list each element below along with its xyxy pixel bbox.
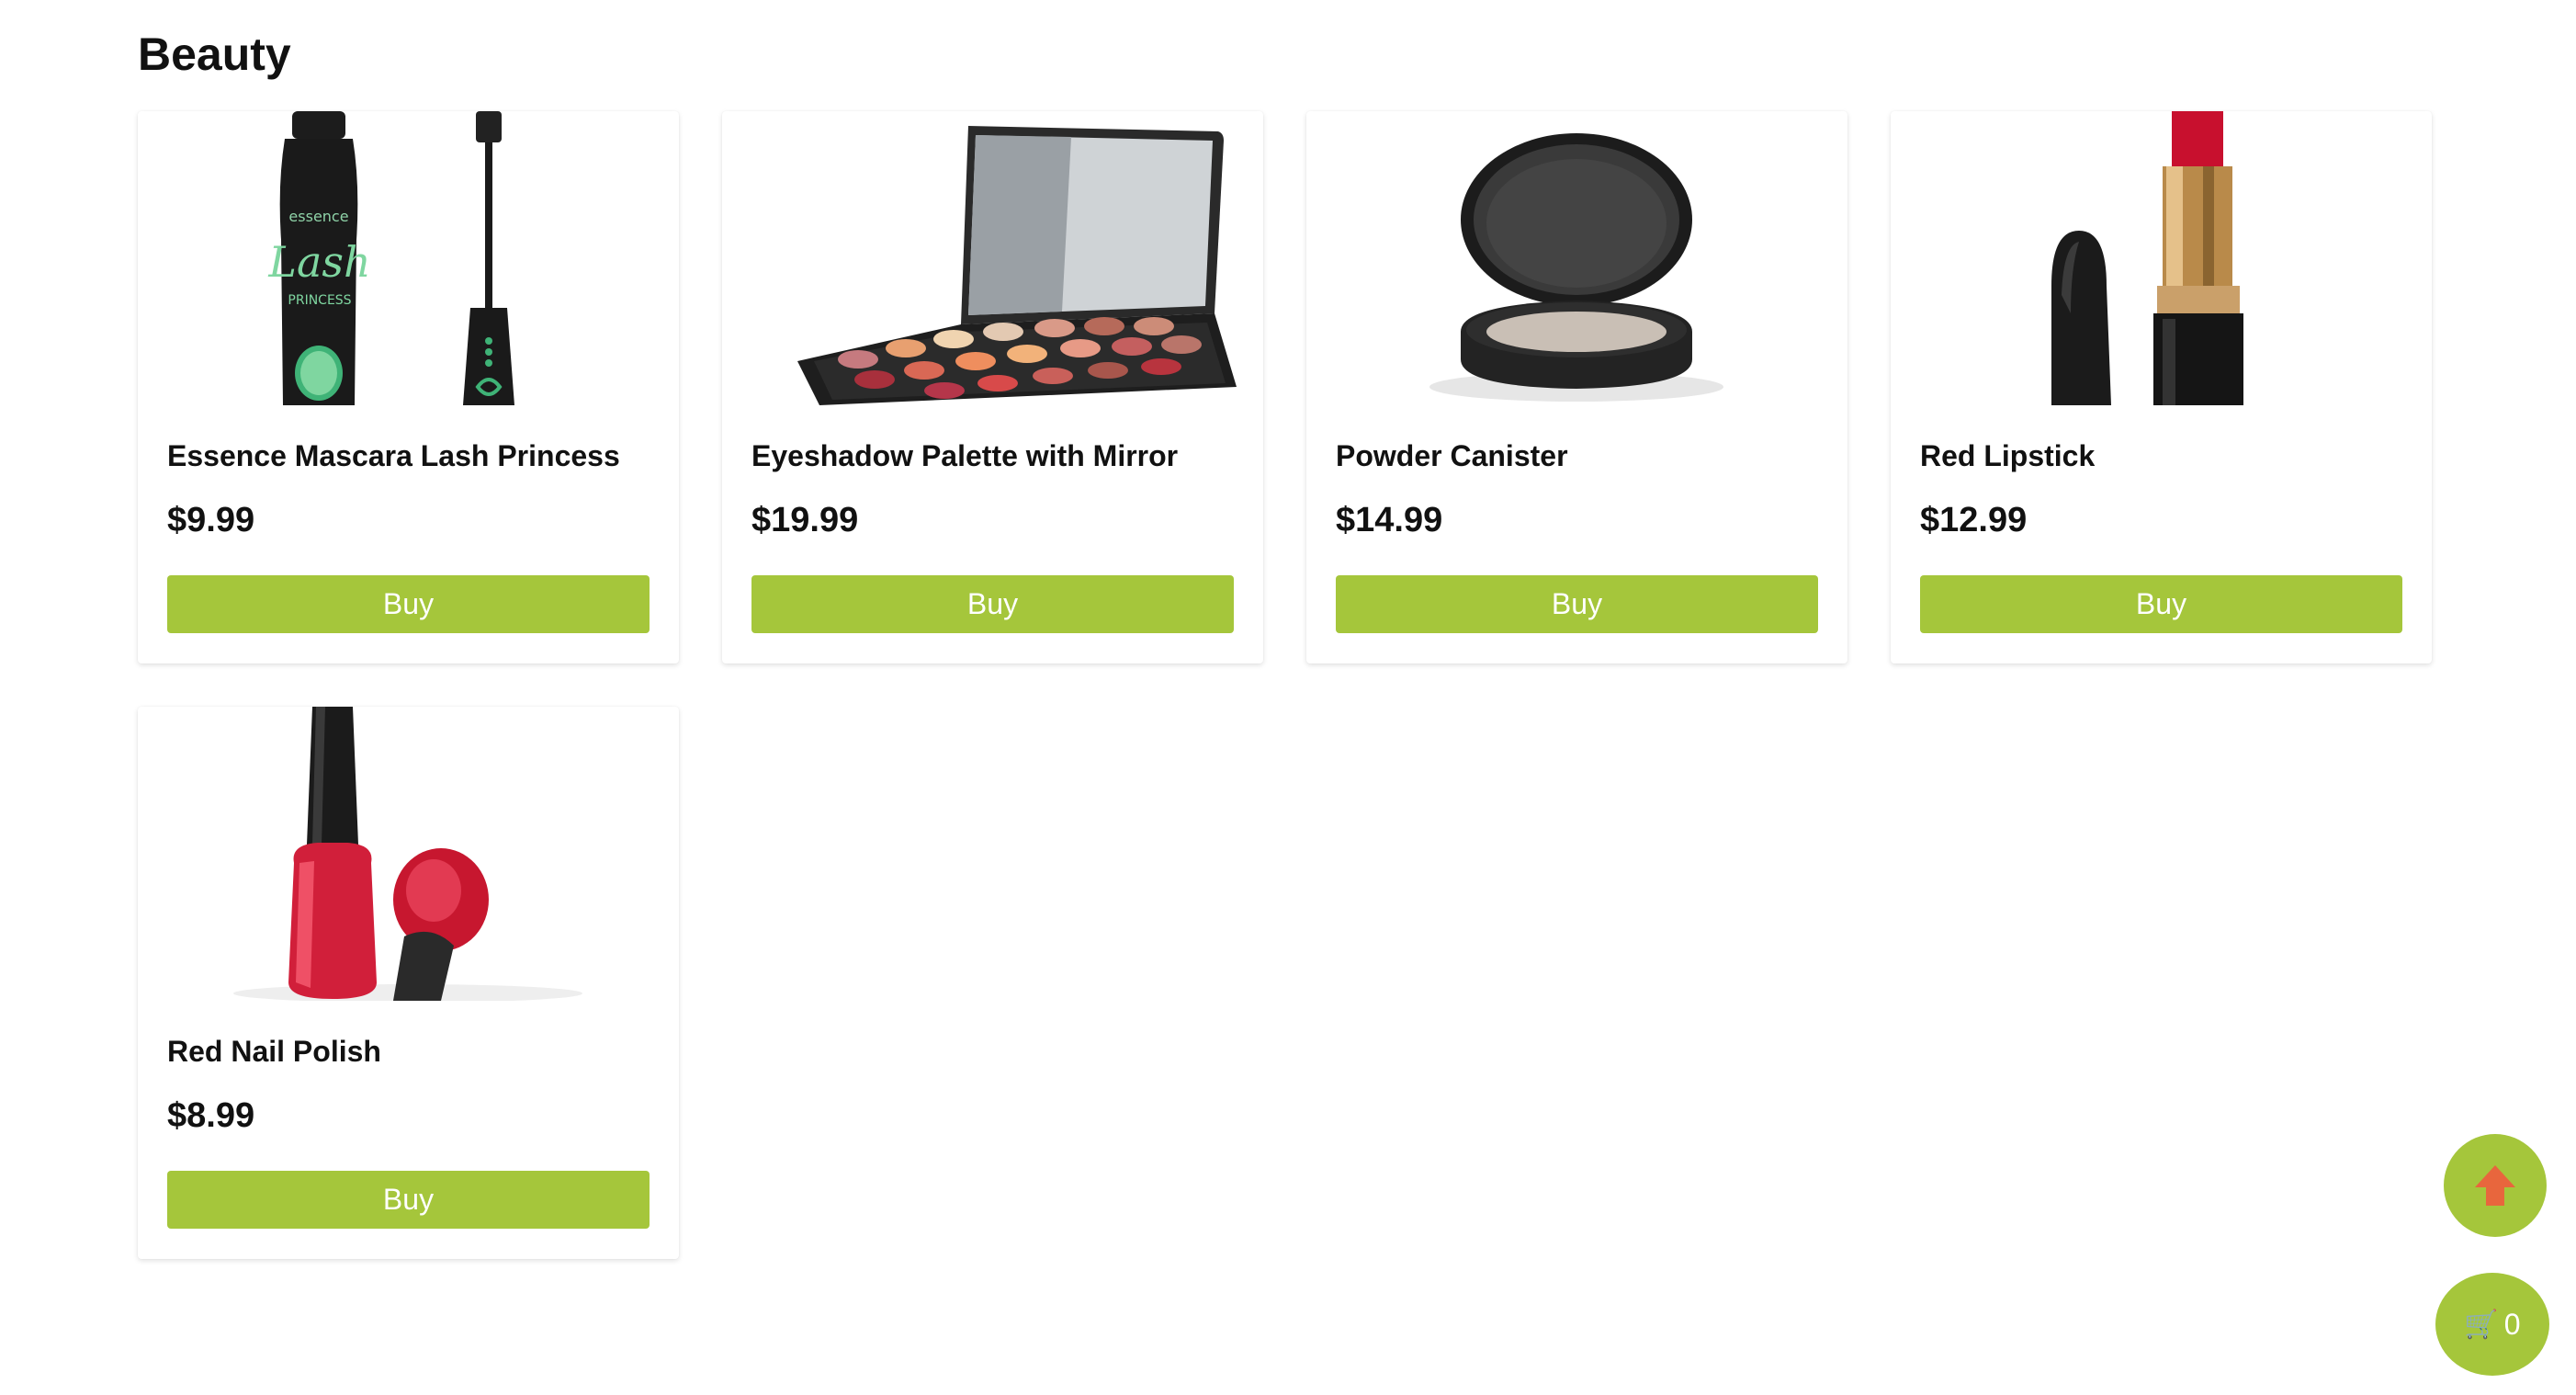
mascara-brand-text: essence bbox=[288, 208, 348, 225]
mascara-icon: essence Lash PRINCESS bbox=[267, 111, 514, 405]
section-title: Beauty bbox=[138, 28, 291, 80]
buy-button[interactable]: Buy bbox=[167, 1171, 650, 1229]
lipstick-icon bbox=[2051, 111, 2243, 405]
product-price: $19.99 bbox=[751, 501, 859, 539]
product-card: essence Lash PRINCESS Essence Mascara La… bbox=[138, 111, 679, 663]
product-price: $14.99 bbox=[1336, 501, 1443, 539]
product-price: $9.99 bbox=[167, 501, 255, 539]
product-name[interactable]: Powder Canister bbox=[1336, 436, 1568, 476]
arrow-up-icon bbox=[2475, 1165, 2515, 1206]
product-price: $12.99 bbox=[1920, 501, 2028, 539]
product-name[interactable]: Red Lipstick bbox=[1920, 436, 2095, 476]
product-image[interactable] bbox=[1891, 111, 2432, 405]
powder-compact-icon bbox=[1429, 133, 1723, 402]
cart-count: 0 bbox=[2503, 1307, 2521, 1341]
page: Beauty essence Lash PRINCESS Essence Mas… bbox=[0, 0, 2576, 1395]
product-image[interactable] bbox=[138, 707, 679, 1001]
product-name[interactable]: Red Nail Polish bbox=[167, 1031, 381, 1072]
product-name[interactable]: Eyeshadow Palette with Mirror bbox=[751, 436, 1178, 476]
product-card: Red Lipstick $12.99 Buy bbox=[1891, 111, 2432, 663]
nail-polish-icon bbox=[233, 707, 582, 1001]
eyeshadow-palette-icon bbox=[797, 126, 1237, 405]
scroll-to-top-button[interactable] bbox=[2444, 1134, 2547, 1237]
product-card: Eyeshadow Palette with Mirror $19.99 Buy bbox=[722, 111, 1263, 663]
product-price: $8.99 bbox=[167, 1096, 255, 1135]
product-grid: essence Lash PRINCESS Essence Mascara La… bbox=[138, 111, 2435, 1259]
buy-button[interactable]: Buy bbox=[1920, 575, 2402, 633]
mascara-sub-text: PRINCESS bbox=[288, 293, 351, 308]
product-image[interactable] bbox=[722, 111, 1263, 405]
cart-icon: 🛒 bbox=[2464, 1309, 2499, 1340]
mascara-script-text: Lash bbox=[267, 237, 370, 287]
buy-button[interactable]: Buy bbox=[167, 575, 650, 633]
product-card: Red Nail Polish $8.99 Buy bbox=[138, 707, 679, 1259]
product-name[interactable]: Essence Mascara Lash Princess bbox=[167, 436, 620, 476]
product-image[interactable]: essence Lash PRINCESS bbox=[138, 111, 679, 405]
product-image[interactable] bbox=[1306, 111, 1847, 405]
cart-button[interactable]: 🛒 0 bbox=[2435, 1273, 2549, 1376]
product-card: Powder Canister $14.99 Buy bbox=[1306, 111, 1847, 663]
buy-button[interactable]: Buy bbox=[751, 575, 1234, 633]
buy-button[interactable]: Buy bbox=[1336, 575, 1818, 633]
